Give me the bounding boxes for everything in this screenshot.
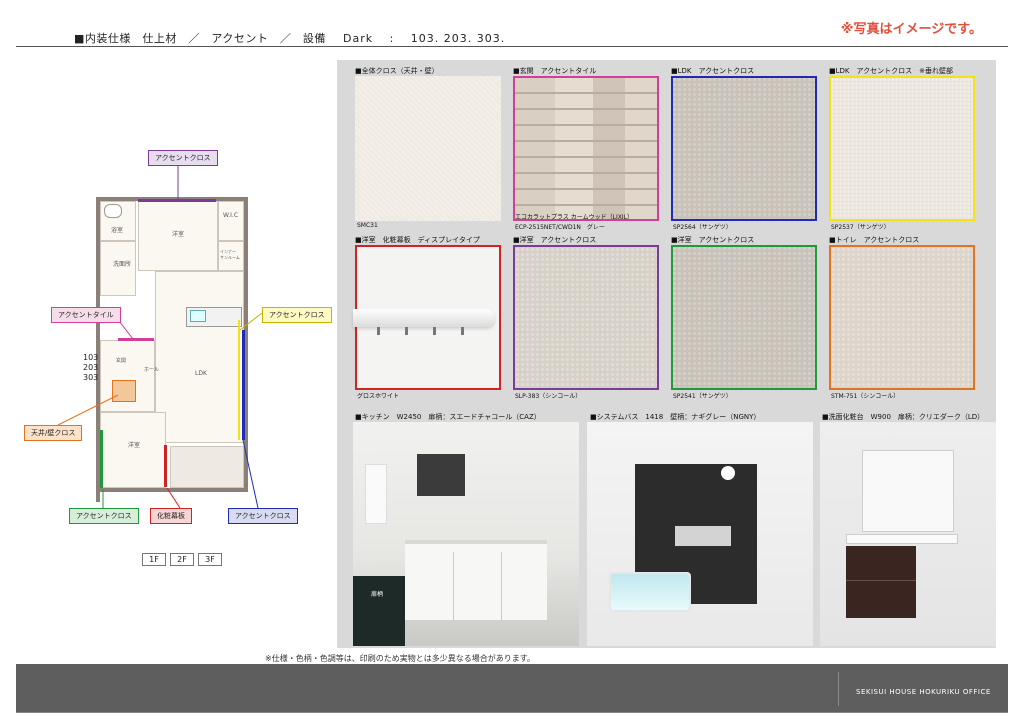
callout-top-accent: アクセントクロス bbox=[148, 150, 218, 166]
swatch-label: ■全体クロス（天井・壁） bbox=[355, 67, 439, 75]
hook-icon bbox=[433, 327, 436, 335]
kitchen-door-line-2 bbox=[501, 552, 502, 620]
material-swatch bbox=[355, 76, 501, 221]
disclaimer-note: ※仕様・色柄・色調等は、印刷のため実物とは多少異なる場合があります。 bbox=[265, 654, 535, 663]
swatch-code: STM-751（シンコール） bbox=[831, 393, 900, 400]
hook-icon bbox=[405, 327, 408, 335]
swatch-code: SMC31 bbox=[357, 222, 378, 229]
kitchen-door-line bbox=[453, 552, 454, 620]
material-swatch bbox=[513, 245, 659, 390]
callout-green-accent: アクセントクロス bbox=[69, 508, 139, 524]
swatch-code: グロスホワイト bbox=[357, 393, 400, 400]
floor-3f-button[interactable]: 3F bbox=[198, 553, 222, 566]
swatch-product-name: エコカラットプラス カームウッド（LIXIL） bbox=[515, 214, 633, 221]
swatch-label: ■LDK アクセントクロス bbox=[671, 67, 755, 75]
material-swatch bbox=[829, 245, 975, 390]
vanity-cabinet-icon bbox=[846, 546, 916, 618]
floor-2f-button[interactable]: 2F bbox=[170, 553, 194, 566]
bathtub-icon-photo bbox=[609, 572, 691, 612]
material-swatch bbox=[829, 76, 975, 221]
footer-separator bbox=[838, 672, 839, 706]
hook-icon bbox=[377, 327, 380, 335]
callout-ceiling-wall: 天井/壁クロス bbox=[24, 425, 83, 441]
callout-accent-tile: アクセントタイル bbox=[51, 307, 121, 323]
callout-red-panel: 化粧幕板 bbox=[150, 508, 192, 524]
swatch-label: ■玄関 アクセントタイル bbox=[513, 67, 597, 75]
bath-mirror-icon bbox=[675, 526, 731, 546]
image-note: ※写真はイメージです。 bbox=[840, 22, 982, 37]
bath-photo bbox=[587, 422, 813, 646]
vanity-photo bbox=[820, 422, 996, 646]
swatch-code: SP2564（サンゲツ） bbox=[673, 224, 732, 231]
swatch-label: ■LDK アクセントクロス ※垂れ壁部 bbox=[829, 67, 954, 75]
range-hood-icon bbox=[417, 454, 465, 496]
bath-label: ■システムバス 1418 壁柄：ナギグレー（NGNY） bbox=[590, 413, 761, 421]
vanity-label: ■洗面化粧台 W900 扉柄：クリエダーク（LD） bbox=[822, 413, 985, 421]
material-swatch bbox=[671, 76, 817, 221]
company-name: SEKISUI HOUSE HOKURIKU OFFICE bbox=[856, 688, 991, 696]
window-icon bbox=[365, 464, 387, 524]
swatch-code: SP2541（サンゲツ） bbox=[673, 393, 732, 400]
swatch-label: ■洋室 アクセントクロス bbox=[671, 236, 755, 244]
material-swatch bbox=[671, 245, 817, 390]
material-swatch bbox=[513, 76, 659, 221]
swatch-label: ■洋室 アクセントクロス bbox=[513, 236, 597, 244]
callout-right-accent: アクセントクロス bbox=[262, 307, 332, 323]
door-sample-label: 扉柄 bbox=[371, 591, 384, 598]
vanity-mirror-icon bbox=[862, 450, 954, 532]
model-number: Dark : 103. 203. 303. bbox=[343, 32, 506, 45]
kitchen-photo: 扉柄 bbox=[353, 422, 579, 646]
callout-blue-accent: アクセントクロス bbox=[228, 508, 298, 524]
floor-1f-button[interactable]: 1F bbox=[142, 553, 166, 566]
hook-icon bbox=[461, 327, 464, 335]
kitchen-cabinet-icon bbox=[405, 540, 547, 620]
kitchen-label: ■キッチン W2450 扉柄：スエードチャコール（CAZ） bbox=[355, 413, 541, 421]
vanity-drawer-line bbox=[846, 580, 916, 581]
display-rail-icon bbox=[353, 309, 495, 327]
bath-light-icon bbox=[721, 466, 735, 480]
swatch-code: SLP-383（シンコール） bbox=[515, 393, 582, 400]
swatch-label: ■洋室 化粧幕板 ディスプレイタイプ bbox=[355, 236, 480, 244]
vanity-counter-icon bbox=[846, 534, 958, 544]
material-swatch bbox=[353, 245, 501, 390]
footer-rule bbox=[16, 712, 1008, 713]
swatch-code: SP2537（サンゲツ） bbox=[831, 224, 890, 231]
door-color-sample bbox=[353, 576, 405, 646]
swatch-label: ■トイレ アクセントクロス bbox=[829, 236, 920, 244]
swatch-code: ECP-2515NET/CWD1N グレー bbox=[515, 224, 605, 231]
